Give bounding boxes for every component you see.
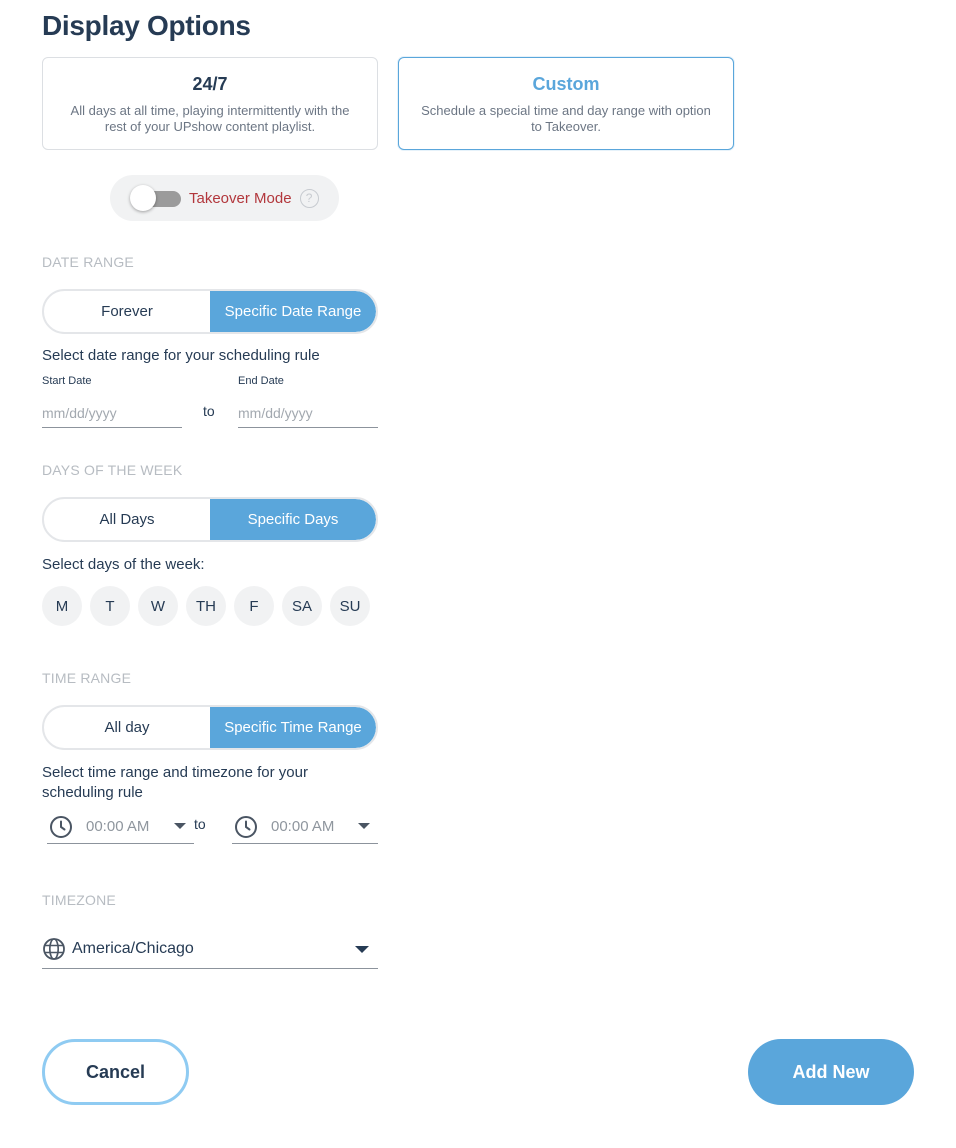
takeover-mode-control: Takeover Mode ? xyxy=(110,175,339,221)
day-tuesday[interactable]: T xyxy=(90,586,130,626)
day-picker: M T W TH F SA SU xyxy=(42,586,370,626)
clock-icon xyxy=(50,815,72,838)
toggle-knob xyxy=(130,185,156,211)
start-time-select[interactable]: 00:00 AM xyxy=(47,810,194,844)
caret-down-icon xyxy=(174,823,186,829)
start-date-input[interactable] xyxy=(42,398,182,428)
date-range-section-label: DATE RANGE xyxy=(42,254,134,270)
day-friday[interactable]: F xyxy=(234,586,274,626)
date-range-option-specific[interactable]: Specific Date Range xyxy=(210,291,376,332)
question-circle-icon[interactable]: ? xyxy=(299,188,319,208)
end-date-input[interactable] xyxy=(238,398,378,428)
clock-icon xyxy=(235,815,257,838)
date-range-hint: Select date range for your scheduling ru… xyxy=(42,347,320,364)
time-range-section-label: TIME RANGE xyxy=(42,670,132,686)
date-range-option-forever[interactable]: Forever xyxy=(44,291,210,332)
time-range-toggle: All day Specific Time Range xyxy=(42,705,378,750)
time-to-text: to xyxy=(194,816,206,832)
date-to-text: to xyxy=(203,403,215,419)
start-date-label: Start Date xyxy=(42,375,92,387)
mode-card-24-7[interactable]: 24/7 All days at all time, playing inter… xyxy=(42,57,378,150)
mode-card-description: Schedule a special time and day range wi… xyxy=(421,103,711,134)
time-range-option-all-day[interactable]: All day xyxy=(44,707,210,748)
caret-down-icon xyxy=(355,946,369,953)
day-saturday[interactable]: SA xyxy=(282,586,322,626)
days-option-specific[interactable]: Specific Days xyxy=(210,499,376,540)
caret-down-icon xyxy=(358,823,370,829)
day-wednesday[interactable]: W xyxy=(138,586,178,626)
add-new-button[interactable]: Add New xyxy=(748,1039,914,1105)
date-range-toggle: Forever Specific Date Range xyxy=(42,289,378,334)
timezone-select[interactable]: America/Chicago xyxy=(42,930,378,969)
mode-card-description: All days at all time, playing intermitte… xyxy=(70,103,350,134)
page-title: Display Options xyxy=(42,10,251,41)
days-hint: Select days of the week: xyxy=(42,556,205,573)
time-range-option-specific[interactable]: Specific Time Range xyxy=(210,707,376,748)
day-sunday[interactable]: SU xyxy=(330,586,370,626)
cancel-button[interactable]: Cancel xyxy=(42,1039,189,1105)
takeover-toggle[interactable] xyxy=(130,185,182,211)
timezone-section-label: TIMEZONE xyxy=(42,892,116,908)
timezone-value: America/Chicago xyxy=(72,940,194,957)
time-range-hint: Select time range and timezone for your … xyxy=(42,764,308,801)
takeover-label: Takeover Mode xyxy=(189,189,292,207)
mode-card-title: Custom xyxy=(532,74,600,94)
days-toggle: All Days Specific Days xyxy=(42,497,378,542)
end-date-label: End Date xyxy=(238,375,284,387)
mode-card-title: 24/7 xyxy=(192,74,228,94)
day-thursday[interactable]: TH xyxy=(186,586,226,626)
day-monday[interactable]: M xyxy=(42,586,82,626)
end-time-value: 00:00 AM xyxy=(271,818,335,835)
globe-icon xyxy=(43,938,65,960)
end-time-select[interactable]: 00:00 AM xyxy=(232,810,378,844)
days-option-all[interactable]: All Days xyxy=(44,499,210,540)
start-time-value: 00:00 AM xyxy=(86,818,150,835)
mode-card-custom[interactable]: Custom Schedule a special time and day r… xyxy=(398,57,734,150)
days-section-label: DAYS OF THE WEEK xyxy=(42,462,183,478)
